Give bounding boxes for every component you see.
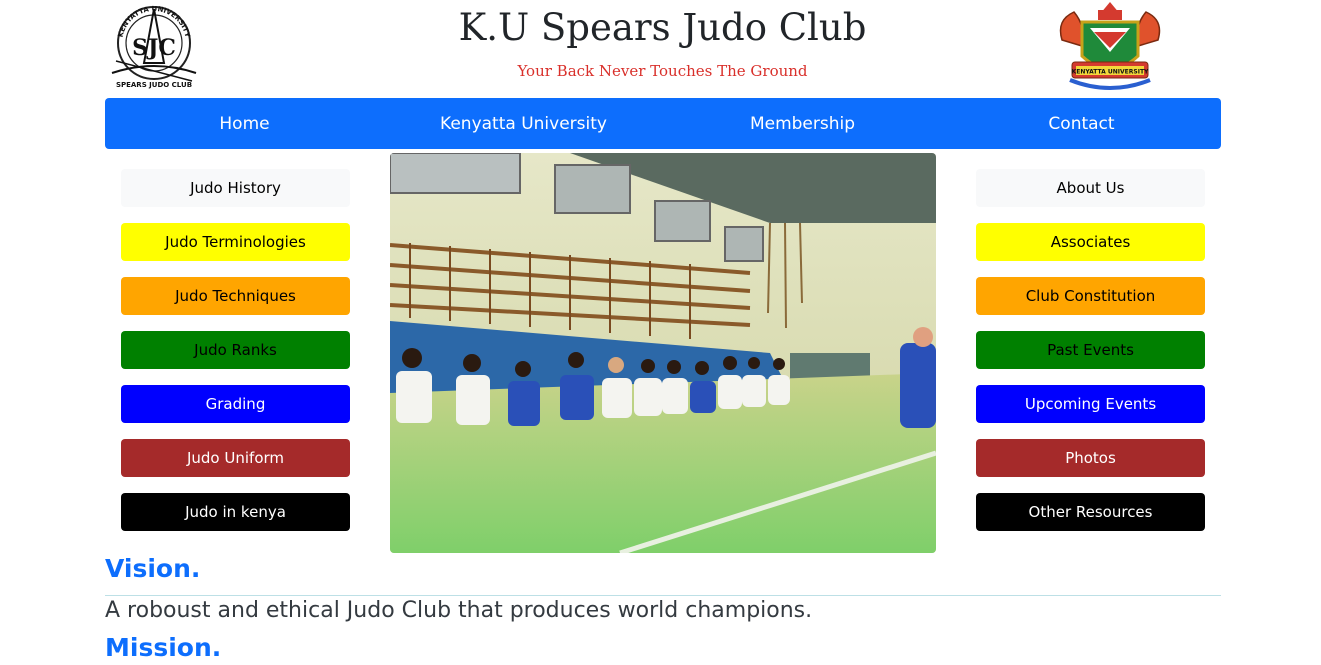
section-divider [105, 595, 1221, 596]
site-motto: Your Back Never Touches The Ground [517, 62, 808, 80]
club-constitution-button[interactable]: Club Constitution [976, 277, 1205, 315]
about-us-button[interactable]: About Us [976, 169, 1205, 207]
judo-terminologies-button[interactable]: Judo Terminologies [121, 223, 350, 261]
main-navbar: Home Kenyatta University Membership Cont… [105, 98, 1221, 149]
svg-text:KENYATTA UNIVERSITY: KENYATTA UNIVERSITY [1072, 69, 1149, 76]
judo-ranks-button[interactable]: Judo Ranks [121, 331, 350, 369]
photos-button[interactable]: Photos [976, 439, 1205, 477]
past-events-button[interactable]: Past Events [976, 331, 1205, 369]
other-resources-button[interactable]: Other Resources [976, 493, 1205, 531]
grading-button[interactable]: Grading [121, 385, 350, 423]
nav-kenyatta-university-link[interactable]: Kenyatta University [384, 98, 663, 149]
judo-in-kenya-button[interactable]: Judo in kenya [121, 493, 350, 531]
judo-techniques-button[interactable]: Judo Techniques [121, 277, 350, 315]
vision-text: A roboust and ethical Judo Club that pro… [105, 598, 813, 623]
nav-membership-link[interactable]: Membership [663, 98, 942, 149]
nav-contact-link[interactable]: Contact [942, 98, 1221, 149]
judo-history-button[interactable]: Judo History [121, 169, 350, 207]
associates-button[interactable]: Associates [976, 223, 1205, 261]
vision-heading: Vision. [105, 554, 201, 583]
upcoming-events-button[interactable]: Upcoming Events [976, 385, 1205, 423]
nav-home-link[interactable]: Home [105, 98, 384, 149]
judo-uniform-button[interactable]: Judo Uniform [121, 439, 350, 477]
mission-heading: Mission. [105, 633, 222, 662]
site-title: K.U Spears Judo Club [458, 6, 867, 49]
svg-text:SPEARS JUDO CLUB: SPEARS JUDO CLUB [116, 81, 192, 89]
university-crest-icon: KENYATTA UNIVERSITY [1052, 0, 1168, 96]
svg-text:SJC: SJC [132, 35, 176, 61]
dojo-photo [390, 153, 936, 553]
club-logo-icon: KENYATTA UNIVERSITY SJC SPEARS JUDO CLUB [106, 3, 202, 93]
